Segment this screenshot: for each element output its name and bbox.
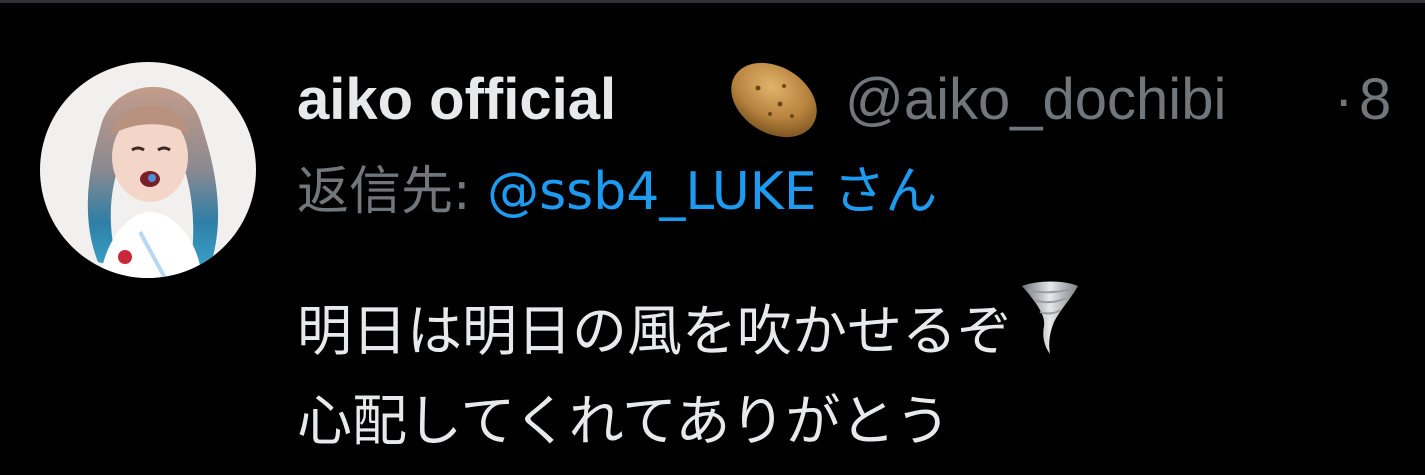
reply-target-link[interactable]: @ssb4_LUKE さん	[487, 162, 937, 222]
header-separator: ·	[1334, 67, 1354, 132]
tweet-timestamp[interactable]: 8	[1359, 68, 1391, 132]
tweet-text-line-2: 心配してくれてありがとう	[297, 389, 951, 453]
tweet-text-line-1: 明日は明日の風を吹かせるぞ	[297, 280, 1407, 374]
author-handle[interactable]: @aiko_dochibi	[845, 68, 1226, 132]
tweet-text: 明日は明日の風を吹かせるぞ 心配してくれてありがとう	[297, 280, 1407, 468]
potato-icon	[722, 58, 826, 146]
reply-label: 返信先:	[297, 162, 488, 222]
tornado-icon	[1018, 280, 1082, 386]
reply-context: 返信先: @ssb4_LUKE さん	[297, 160, 937, 224]
top-divider	[0, 0, 1425, 3]
tweet-text-line-1-text: 明日は明日の風を吹かせるぞ	[297, 299, 1013, 363]
avatar[interactable]	[40, 62, 256, 278]
author-display-name[interactable]: aiko official	[297, 68, 616, 132]
